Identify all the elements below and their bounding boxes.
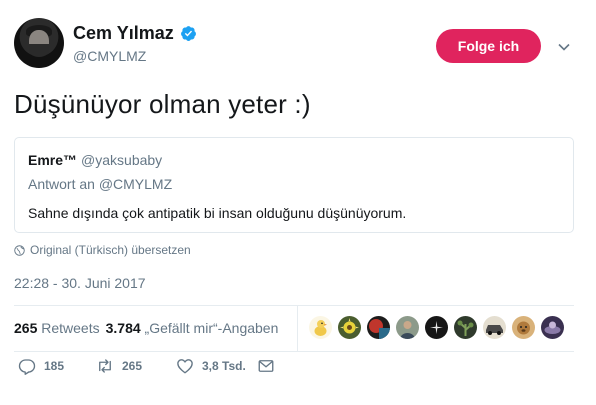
red-black-avatar-icon [367, 316, 390, 339]
globe-icon [14, 244, 25, 256]
retweet-count: 265 [122, 359, 143, 373]
liker-avatar[interactable] [367, 316, 390, 339]
chevron-down-icon[interactable] [557, 40, 571, 54]
retweet-button[interactable]: 265 [96, 357, 142, 375]
liker-avatar[interactable] [541, 316, 564, 339]
purple-avatar-icon [541, 316, 564, 339]
heart-icon [177, 359, 193, 374]
quoted-reply-context: Antwort an @CMYLMZ [28, 176, 173, 192]
retweet-icon [99, 359, 111, 373]
liker-avatar[interactable] [425, 316, 448, 339]
author-name-row[interactable]: Cem Yılmaz [73, 23, 197, 44]
translate-link[interactable]: Original (Türkisch) übersetzen [14, 243, 191, 257]
like-button[interactable]: 3,8 Tsd. [176, 357, 246, 375]
animal-avatar-icon [512, 316, 535, 339]
person-avatar-icon [396, 316, 419, 339]
likes-label: „Gefällt mir“-Angaben [144, 320, 279, 336]
author-avatar[interactable] [14, 18, 64, 68]
likes-count: 3.784 [105, 320, 141, 336]
car-avatar-icon [483, 316, 506, 339]
plant-avatar-icon [454, 316, 477, 339]
stats-bottom-divider [14, 351, 574, 352]
liker-avatar[interactable] [309, 316, 332, 339]
reply-count: 185 [44, 359, 65, 373]
retweets-label: Retweets [41, 320, 100, 336]
liker-avatar[interactable] [454, 316, 477, 339]
liker-avatar[interactable] [396, 316, 419, 339]
liker-avatar[interactable] [338, 316, 361, 339]
chick-avatar-icon [309, 316, 332, 339]
retweets-stat[interactable]: 265 Retweets [14, 320, 100, 336]
quoted-tweet-card[interactable]: Emre™ @yaksubaby Antwort an @CMYLMZ Sahne… [14, 137, 574, 233]
quoted-tweet-text: Sahne dışında çok antipatik bi insan old… [28, 205, 407, 221]
author-name[interactable]: Cem Yılmaz [73, 23, 174, 44]
like-count: 3,8 Tsd. [202, 359, 246, 373]
verified-badge-icon [180, 26, 196, 41]
follow-button[interactable]: Folge ich [436, 29, 541, 63]
translate-label[interactable]: Original (Türkisch) übersetzen [30, 243, 191, 257]
tweet-timestamp[interactable]: 22:28 - 30. Juni 2017 [14, 275, 146, 291]
quoted-author-name: Emre™ [28, 152, 78, 168]
retweets-count: 265 [14, 320, 38, 336]
dark-burst-avatar-icon [425, 316, 448, 339]
quoted-author: Emre™ @yaksubaby [28, 152, 162, 168]
liker-avatar[interactable] [483, 316, 506, 339]
direct-message-button[interactable] [257, 357, 275, 375]
flower-avatar-icon [338, 316, 361, 339]
reply-icon [18, 359, 36, 375]
quoted-author-handle: @yaksubaby [81, 152, 163, 168]
author-handle[interactable]: @CMYLMZ [73, 48, 146, 64]
reply-button[interactable]: 185 [18, 357, 64, 375]
liker-avatar[interactable] [512, 316, 535, 339]
tweet-text: Düşünüyor olman yeter :) [14, 89, 311, 119]
stats-top-divider [14, 305, 574, 306]
likes-stat[interactable]: 3.784 „Gefällt mir“-Angaben [106, 320, 279, 336]
engagement-stats: 265 Retweets 3.784 „Gefällt mir“-Angaben [14, 320, 278, 336]
stats-separator [297, 306, 298, 351]
envelope-icon [258, 360, 274, 372]
